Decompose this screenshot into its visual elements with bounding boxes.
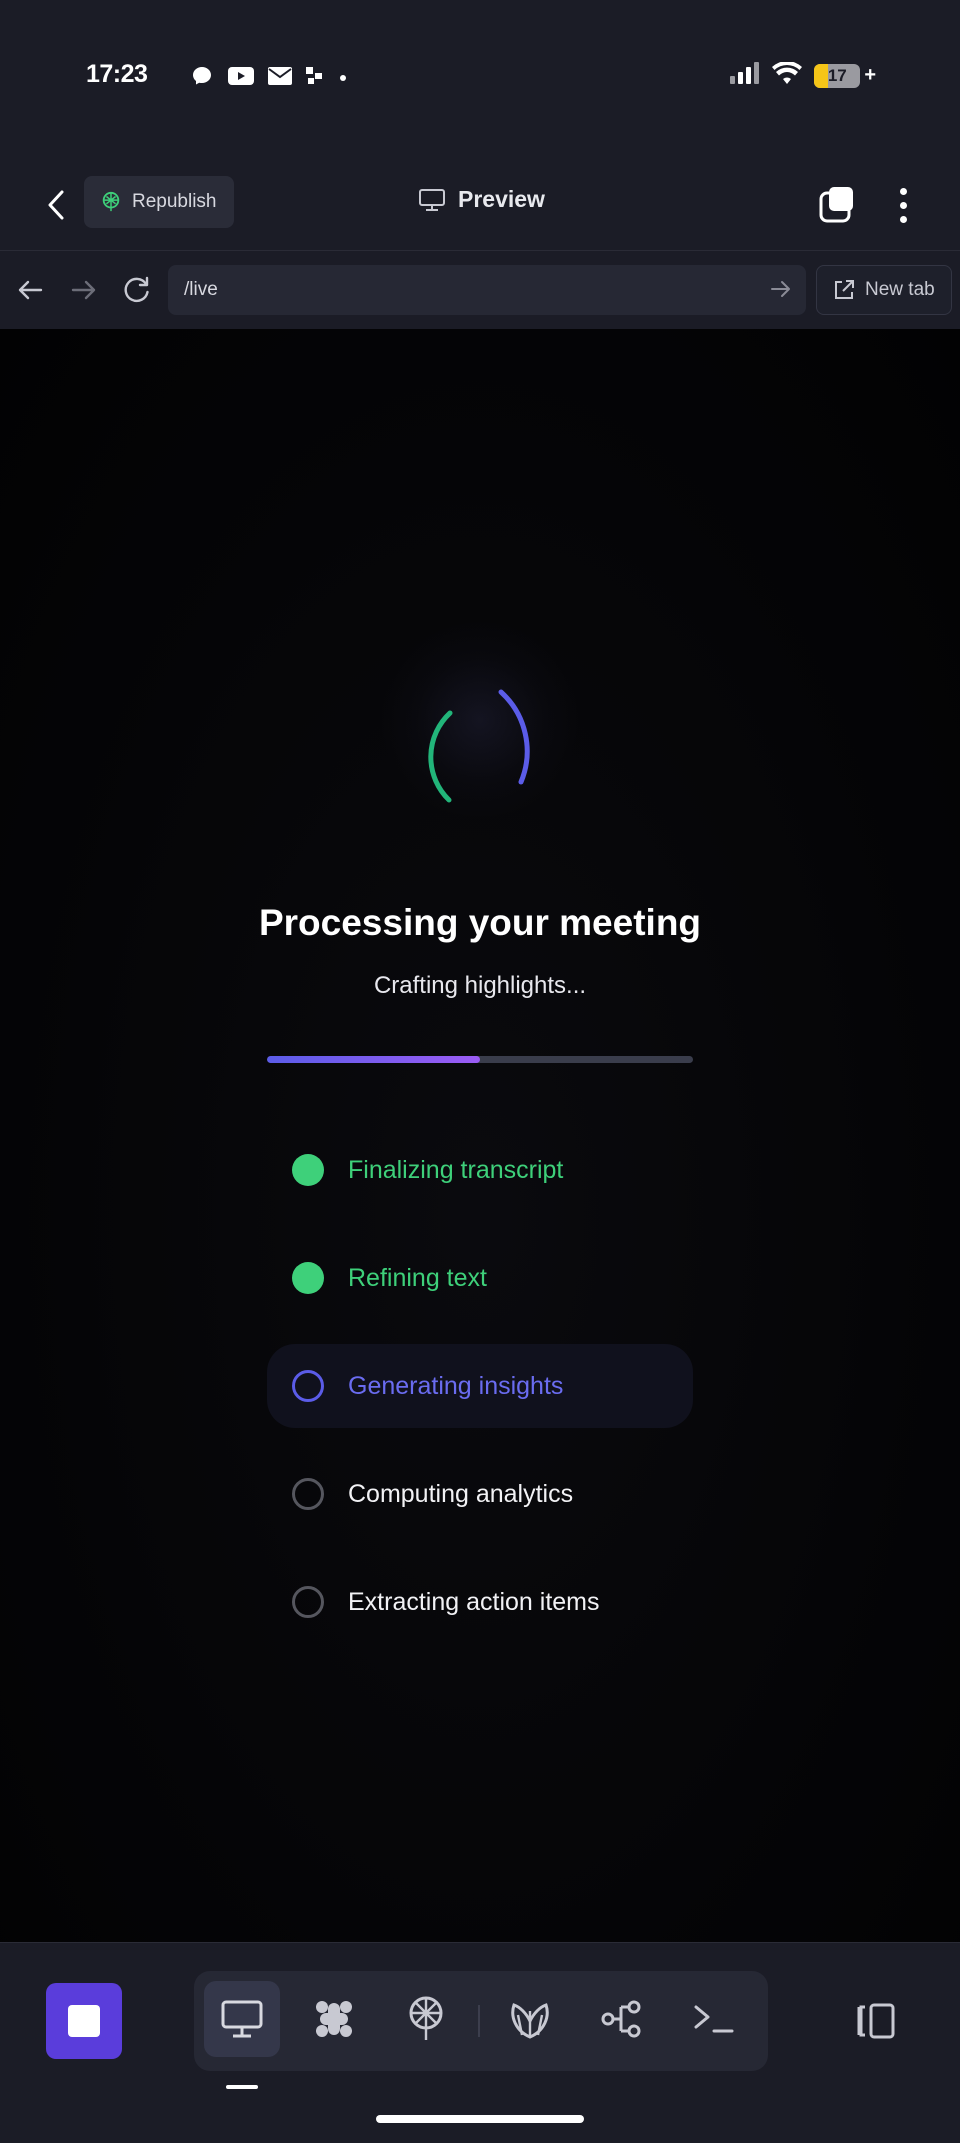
step-complete-icon <box>292 1262 324 1294</box>
messenger-icon <box>190 64 214 93</box>
url-text: /live <box>184 279 218 300</box>
processing-step: Refining text <box>267 1236 693 1320</box>
chevron-left-icon <box>48 190 64 220</box>
processing-step: Finalizing transcript <box>267 1128 693 1212</box>
tool-divider <box>478 2005 480 2037</box>
more-options-button[interactable] <box>880 182 926 228</box>
processing-step: Generating insights <box>267 1344 693 1428</box>
step-complete-icon <box>292 1154 324 1186</box>
step-label: Extracting action items <box>348 1587 600 1616</box>
nav-back-button[interactable] <box>10 269 50 311</box>
publish-icon <box>102 191 120 212</box>
reload-icon <box>124 276 149 303</box>
shell-icon[interactable] <box>492 1981 568 2057</box>
app-icon <box>306 67 324 90</box>
step-label: Finalizing transcript <box>348 1155 564 1184</box>
processing-steps: Finalizing transcript Refining text Genera… <box>267 1128 693 1668</box>
publish-tool-icon[interactable] <box>388 1981 464 2057</box>
app-bar: Republish Preview <box>0 160 960 250</box>
notification-icons <box>190 64 348 93</box>
status-time: 17:23 <box>86 60 148 88</box>
more-dot-icon <box>899 215 907 223</box>
preview-title: Preview <box>418 186 545 213</box>
tabs-button[interactable] <box>814 182 860 228</box>
step-label: Computing analytics <box>348 1479 574 1508</box>
mail-icon <box>268 67 292 90</box>
system-icons: 17 + <box>730 61 876 89</box>
charging-plus-icon: + <box>864 64 876 86</box>
arrow-left-icon <box>18 280 43 300</box>
tool-group <box>194 1971 768 2071</box>
go-arrow-icon[interactable] <box>770 278 792 300</box>
reload-button[interactable] <box>117 269 157 311</box>
processing-step: Extracting action items <box>267 1560 693 1644</box>
step-label: Refining text <box>348 1263 487 1292</box>
preview-label: Preview <box>458 186 545 212</box>
stop-icon <box>68 2005 100 2037</box>
home-indicator[interactable] <box>376 2115 584 2123</box>
step-label: Generating insights <box>348 1371 564 1400</box>
processing-step: Computing analytics <box>267 1452 693 1536</box>
back-button[interactable] <box>36 182 76 228</box>
stop-button[interactable] <box>46 1983 122 2059</box>
battery-level: 17 <box>827 65 847 85</box>
republish-button[interactable]: Republish <box>84 176 234 228</box>
panel-toggle-button[interactable] <box>850 1983 902 2059</box>
nav-forward-button[interactable] <box>64 269 104 311</box>
more-dot-icon <box>899 187 907 195</box>
progress-bar <box>267 1056 693 1063</box>
status-bar: 17:23 17 + <box>0 0 960 160</box>
progress-bar-fill <box>267 1056 480 1063</box>
workflow-icon[interactable] <box>584 1981 660 2057</box>
signal-icon <box>730 62 760 89</box>
apps-grid-icon[interactable] <box>296 1981 372 2057</box>
step-active-icon <box>292 1370 324 1402</box>
terminal-icon[interactable] <box>676 1981 752 2057</box>
loading-spinner-icon <box>428 689 530 803</box>
new-tab-label: New tab <box>865 279 935 300</box>
more-dot-icon <box>899 201 907 209</box>
arrow-right-icon <box>71 280 96 300</box>
processing-title: Processing your meeting <box>258 902 702 943</box>
monitor-icon <box>419 188 445 211</box>
processing-subtitle: Crafting highlights... <box>373 972 587 999</box>
step-pending-icon <box>292 1586 324 1618</box>
wifi-icon <box>772 61 803 89</box>
battery-indicator: 17 <box>814 63 861 88</box>
new-tab-button[interactable]: New tab <box>816 265 952 315</box>
selected-tool-indicator <box>226 2085 258 2089</box>
bottom-toolbar <box>0 1942 960 2143</box>
dot-icon <box>338 70 348 88</box>
url-bar: /live New tab <box>0 250 960 329</box>
tabs-icon <box>819 187 853 223</box>
youtube-icon <box>228 66 254 91</box>
desktop-icon[interactable] <box>204 1981 280 2057</box>
url-input[interactable]: /live <box>168 265 806 315</box>
republish-label: Republish <box>132 191 217 212</box>
side-panel-icon <box>857 2003 895 2039</box>
external-link-icon <box>835 280 854 299</box>
step-pending-icon <box>292 1478 324 1510</box>
